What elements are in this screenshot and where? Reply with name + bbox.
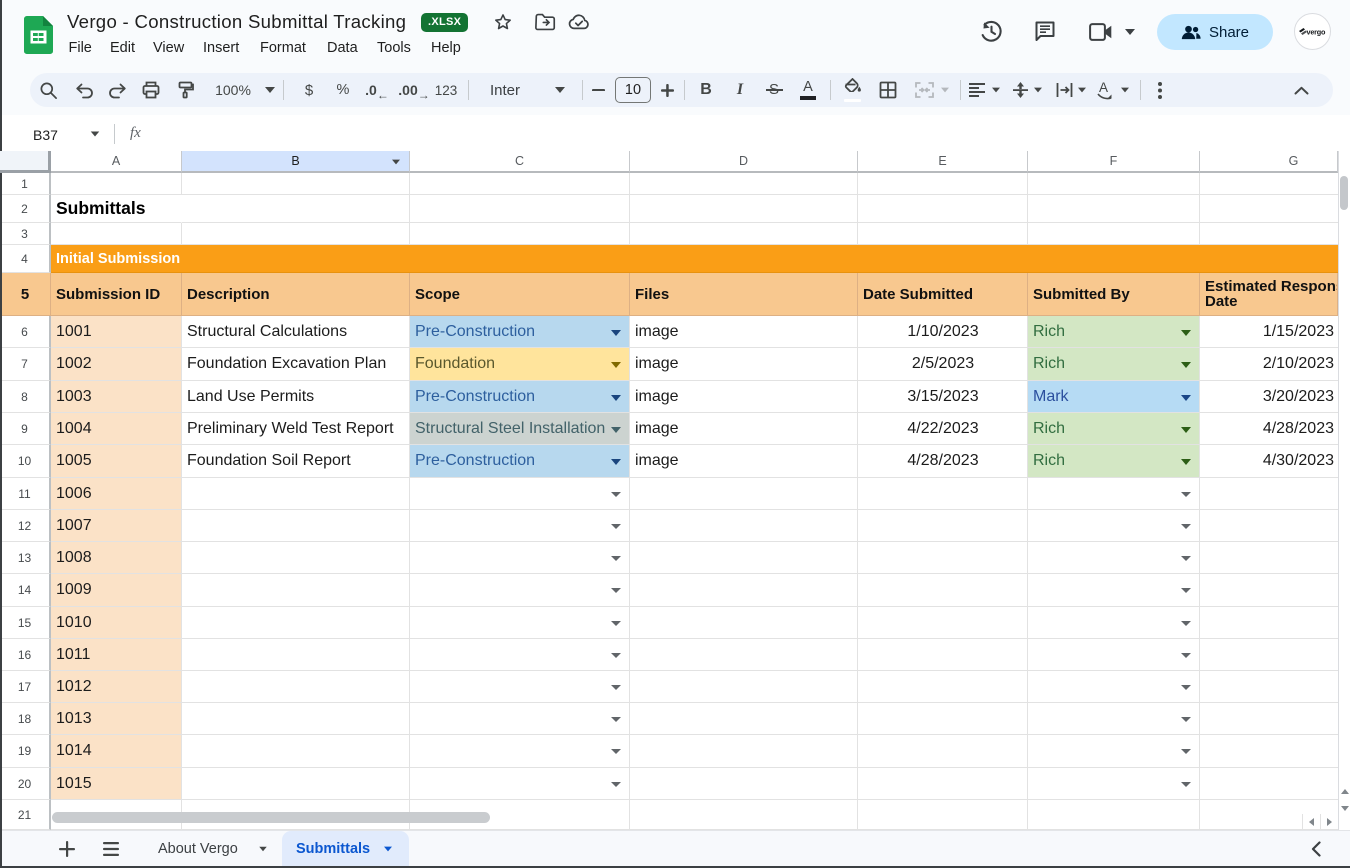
svg-text:vergo: vergo	[1306, 28, 1326, 37]
